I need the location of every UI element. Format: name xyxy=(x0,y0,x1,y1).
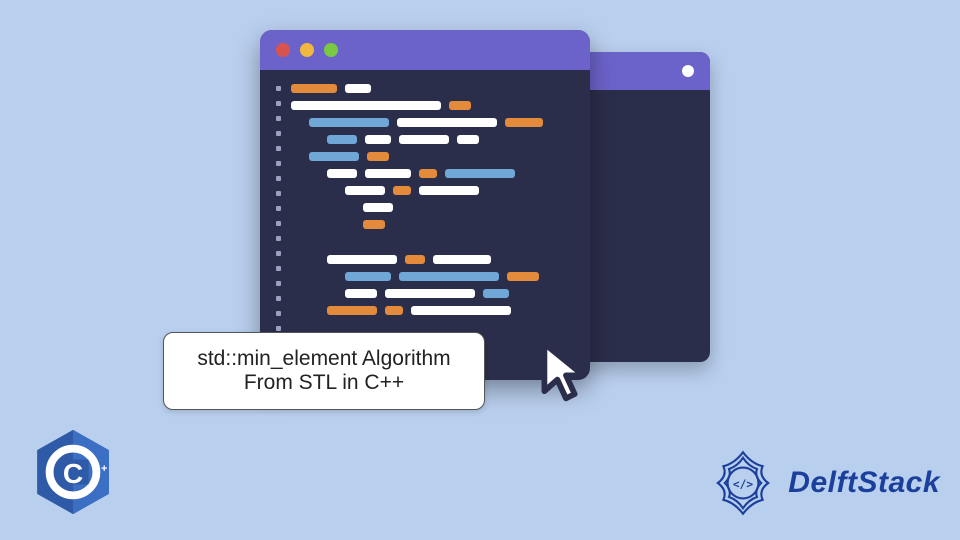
code-lines xyxy=(291,84,574,331)
title-line-2: From STL in C++ xyxy=(180,371,468,395)
cpp-logo-icon: C + + xyxy=(34,428,112,516)
title-card: std::min_element Algorithm From STL in C… xyxy=(163,332,485,410)
svg-text:</>: </> xyxy=(733,478,753,491)
title-line-1: std::min_element Algorithm xyxy=(180,347,468,371)
svg-text:C: C xyxy=(63,458,83,489)
traffic-light-red-icon xyxy=(276,43,290,57)
svg-text:+: + xyxy=(101,463,107,475)
titlebar-front xyxy=(260,30,590,70)
traffic-light-yellow-icon xyxy=(300,43,314,57)
code-window-front xyxy=(260,30,590,380)
brand-name: DelftStack xyxy=(788,466,940,500)
svg-text:+: + xyxy=(92,463,98,475)
cursor-arrow-icon xyxy=(530,335,602,407)
brand: </> DelftStack xyxy=(708,448,940,518)
line-number-gutter xyxy=(276,84,281,331)
delftstack-logo-icon: </> xyxy=(708,448,778,518)
window-dot-icon xyxy=(682,65,694,77)
traffic-light-green-icon xyxy=(324,43,338,57)
code-area xyxy=(260,70,590,347)
